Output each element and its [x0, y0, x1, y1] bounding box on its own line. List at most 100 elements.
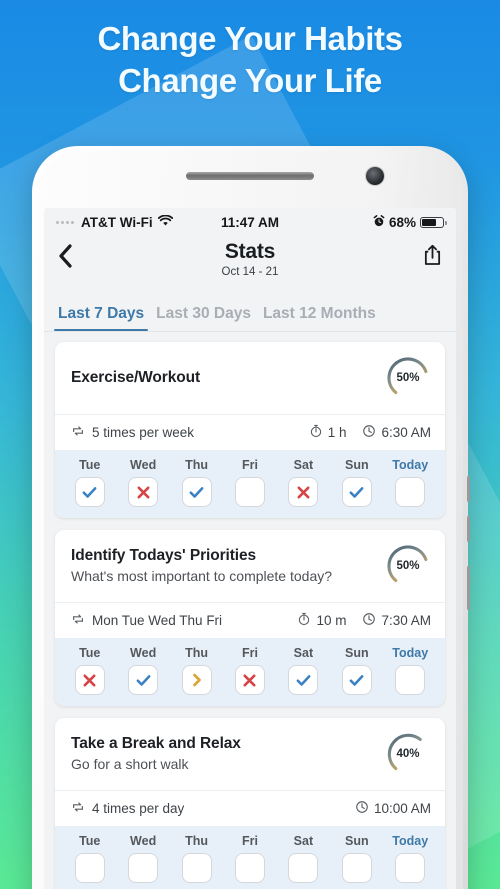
habit-card[interactable]: Take a Break and Relax Go for a short wa… [55, 718, 445, 889]
habit-progress-label: 50% [396, 372, 420, 384]
date-range-label: Oct 14 - 21 [221, 266, 279, 278]
stopwatch-icon [309, 424, 323, 441]
page-title: Stats [224, 240, 276, 263]
share-icon[interactable] [408, 240, 442, 266]
day-label: Tue [79, 458, 101, 472]
side-button-volume-down[interactable] [467, 516, 470, 542]
day-cell[interactable] [330, 665, 383, 695]
day-label: Sun [345, 458, 369, 472]
signal-dots-icon [56, 220, 74, 224]
day-cell[interactable] [330, 477, 383, 507]
day-status-done[interactable] [341, 665, 372, 695]
day-cell[interactable] [277, 665, 330, 695]
phone-frame: AT&T Wi-Fi 11:47 AM 68% Stats Oct 14 - 2… [32, 146, 470, 889]
side-button-power[interactable] [467, 566, 470, 610]
day-status-empty[interactable] [181, 853, 212, 883]
day-cell[interactable] [170, 853, 223, 883]
day-cell[interactable] [384, 477, 437, 507]
promo-screenshot: Change Your Habits Change Your Life AT&T… [0, 0, 500, 889]
nav-title-block: Stats Oct 14 - 21 [92, 240, 408, 278]
day-cell[interactable] [384, 665, 437, 695]
habit-progress-ring: 50% [385, 543, 431, 589]
day-cell[interactable] [223, 853, 276, 883]
day-status-done[interactable] [288, 665, 319, 695]
day-cell[interactable] [116, 665, 169, 695]
day-label: Wed [130, 458, 157, 472]
day-status-empty[interactable] [234, 853, 265, 883]
day-mark-row [63, 477, 437, 507]
clock-icon [362, 612, 376, 629]
day-cell[interactable] [116, 853, 169, 883]
habit-card[interactable]: Exercise/Workout 50% 5 times per week 1 … [55, 342, 445, 518]
day-cell[interactable] [63, 477, 116, 507]
day-status-skipped[interactable] [181, 665, 212, 695]
habit-repeat-label: 4 times per day [92, 801, 185, 816]
day-label: Sat [293, 834, 314, 848]
promo-headline: Change Your Habits Change Your Life [0, 18, 500, 102]
day-status-empty[interactable] [341, 853, 372, 883]
day-cell[interactable] [116, 477, 169, 507]
habit-repeat: Mon Tue Wed Thu Fri [71, 612, 297, 629]
day-status-missed[interactable] [234, 665, 265, 695]
day-label: Fri [241, 646, 258, 660]
stopwatch-icon [297, 612, 311, 629]
day-cell[interactable] [223, 665, 276, 695]
day-cell[interactable] [63, 665, 116, 695]
day-label: Tue [79, 646, 101, 660]
day-status-missed[interactable] [74, 665, 105, 695]
day-status-done[interactable] [74, 477, 105, 507]
day-status-done[interactable] [341, 477, 372, 507]
day-label: Sat [293, 458, 314, 472]
day-status-missed[interactable] [288, 477, 319, 507]
habit-progress-label: 50% [396, 560, 420, 572]
wifi-icon [157, 214, 173, 230]
day-status-empty[interactable] [395, 477, 426, 507]
day-status-missed[interactable] [128, 477, 159, 507]
habit-subtitle: What's most important to complete today? [71, 567, 333, 584]
day-cell[interactable] [170, 477, 223, 507]
day-cell[interactable] [63, 853, 116, 883]
habit-meta-row: 4 times per day 10:00 AM [55, 790, 445, 826]
day-cell[interactable] [223, 477, 276, 507]
day-label: Today [392, 458, 429, 472]
day-status-empty[interactable] [74, 853, 105, 883]
day-label: Thu [185, 834, 209, 848]
front-camera-icon [366, 167, 384, 185]
tab-last-30-days[interactable]: Last 30 Days [150, 305, 257, 331]
clock-icon [355, 800, 369, 817]
day-label: Tue [79, 834, 101, 848]
day-cell[interactable] [170, 665, 223, 695]
habit-title: Exercise/Workout [71, 369, 201, 386]
day-label: Wed [130, 646, 157, 660]
day-cell[interactable] [384, 853, 437, 883]
day-status-empty[interactable] [128, 853, 159, 883]
day-status-done[interactable] [128, 665, 159, 695]
battery-percent-label: 68% [388, 214, 416, 230]
day-cell[interactable] [330, 853, 383, 883]
tab-last-12-months[interactable]: Last 12 Months [257, 305, 382, 331]
side-button-volume-up[interactable] [467, 476, 470, 502]
habit-card[interactable]: Identify Todays' Priorities What's most … [55, 530, 445, 706]
day-cell[interactable] [277, 477, 330, 507]
day-label-row: Tue Wed Thu Fri Sat Sun Today [63, 646, 437, 665]
back-chevron-icon[interactable] [58, 240, 92, 273]
habit-card-header: Take a Break and Relax Go for a short wa… [55, 718, 445, 790]
habit-repeat: 5 times per week [71, 424, 309, 441]
day-cell[interactable] [277, 853, 330, 883]
day-status-empty[interactable] [288, 853, 319, 883]
promo-headline-line1: Change Your Habits [97, 20, 403, 57]
habit-time: 6:30 AM [362, 424, 431, 441]
day-status-done[interactable] [181, 477, 212, 507]
day-label: Today [392, 646, 429, 660]
day-status-empty[interactable] [234, 477, 265, 507]
habit-progress-label: 40% [396, 748, 420, 760]
day-label-row: Tue Wed Thu Fri Sat Sun Today [63, 458, 437, 477]
day-status-empty[interactable] [395, 665, 426, 695]
habit-title: Identify Todays' Priorities [71, 546, 257, 564]
earpiece-speaker [186, 172, 314, 180]
tab-last-7-days[interactable]: Last 7 Days [52, 305, 150, 331]
day-status-empty[interactable] [395, 853, 426, 883]
habit-meta-row: Mon Tue Wed Thu Fri 10 m 7:30 AM [55, 602, 445, 638]
day-label: Thu [185, 646, 209, 660]
status-bar: AT&T Wi-Fi 11:47 AM 68% [44, 208, 456, 236]
